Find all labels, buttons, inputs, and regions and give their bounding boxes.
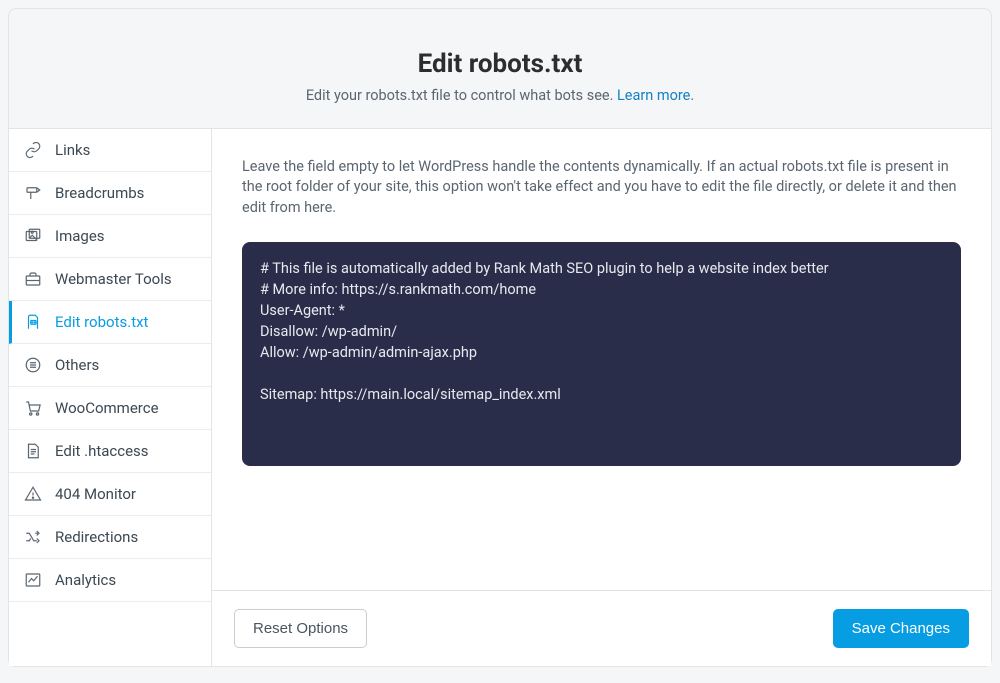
- panel-header: Edit robots.txt Edit your robots.txt fil…: [9, 9, 991, 129]
- sidebar-item-label: Redirections: [55, 528, 138, 546]
- page-title: Edit robots.txt: [29, 49, 971, 79]
- sidebar-item-edit-robots[interactable]: Edit robots.txt: [9, 301, 211, 344]
- panel-body: Links Breadcrumbs Images Webmaster Tools: [9, 129, 991, 666]
- sidebar: Links Breadcrumbs Images Webmaster Tools: [9, 129, 212, 666]
- images-icon: [23, 226, 43, 246]
- sidebar-item-others[interactable]: Others: [9, 344, 211, 387]
- robots-file-icon: [23, 312, 43, 332]
- toolbox-icon: [23, 269, 43, 289]
- subtitle-period: .: [690, 87, 694, 104]
- reset-button[interactable]: Reset Options: [234, 609, 367, 648]
- sidebar-item-label: Webmaster Tools: [55, 270, 172, 288]
- content-description: Leave the field empty to let WordPress h…: [242, 157, 961, 218]
- sidebar-item-label: Links: [55, 141, 90, 159]
- sidebar-item-label: Edit robots.txt: [55, 313, 148, 331]
- sidebar-item-edit-htaccess[interactable]: Edit .htaccess: [9, 430, 211, 473]
- sidebar-item-404-monitor[interactable]: 404 Monitor: [9, 473, 211, 516]
- page-subtitle: Edit your robots.txt file to control wha…: [29, 87, 971, 104]
- sidebar-item-redirections[interactable]: Redirections: [9, 516, 211, 559]
- sidebar-item-label: 404 Monitor: [55, 485, 136, 503]
- subtitle-text: Edit your robots.txt file to control wha…: [306, 87, 617, 104]
- signpost-icon: [23, 183, 43, 203]
- sidebar-item-label: Analytics: [55, 571, 116, 589]
- file-icon: [23, 441, 43, 461]
- sidebar-item-links[interactable]: Links: [9, 129, 211, 172]
- sidebar-item-images[interactable]: Images: [9, 215, 211, 258]
- content-area: Leave the field empty to let WordPress h…: [212, 129, 991, 666]
- chart-icon: [23, 570, 43, 590]
- content-body: Leave the field empty to let WordPress h…: [212, 129, 991, 590]
- sidebar-item-label: Edit .htaccess: [55, 442, 149, 460]
- save-button[interactable]: Save Changes: [833, 609, 969, 648]
- link-icon: [23, 140, 43, 160]
- shuffle-icon: [23, 527, 43, 547]
- sidebar-item-webmaster-tools[interactable]: Webmaster Tools: [9, 258, 211, 301]
- content-footer: Reset Options Save Changes: [212, 590, 991, 666]
- sidebar-item-label: Images: [55, 227, 105, 245]
- sidebar-item-breadcrumbs[interactable]: Breadcrumbs: [9, 172, 211, 215]
- learn-more-link[interactable]: Learn more: [617, 87, 690, 104]
- list-icon: [23, 355, 43, 375]
- sidebar-item-analytics[interactable]: Analytics: [9, 559, 211, 602]
- sidebar-item-label: Others: [55, 356, 99, 374]
- robots-editor[interactable]: [242, 242, 961, 466]
- sidebar-item-label: Breadcrumbs: [55, 184, 144, 202]
- cart-icon: [23, 398, 43, 418]
- warning-icon: [23, 484, 43, 504]
- settings-panel: Edit robots.txt Edit your robots.txt fil…: [8, 8, 992, 667]
- sidebar-item-woocommerce[interactable]: WooCommerce: [9, 387, 211, 430]
- sidebar-item-label: WooCommerce: [55, 399, 159, 417]
